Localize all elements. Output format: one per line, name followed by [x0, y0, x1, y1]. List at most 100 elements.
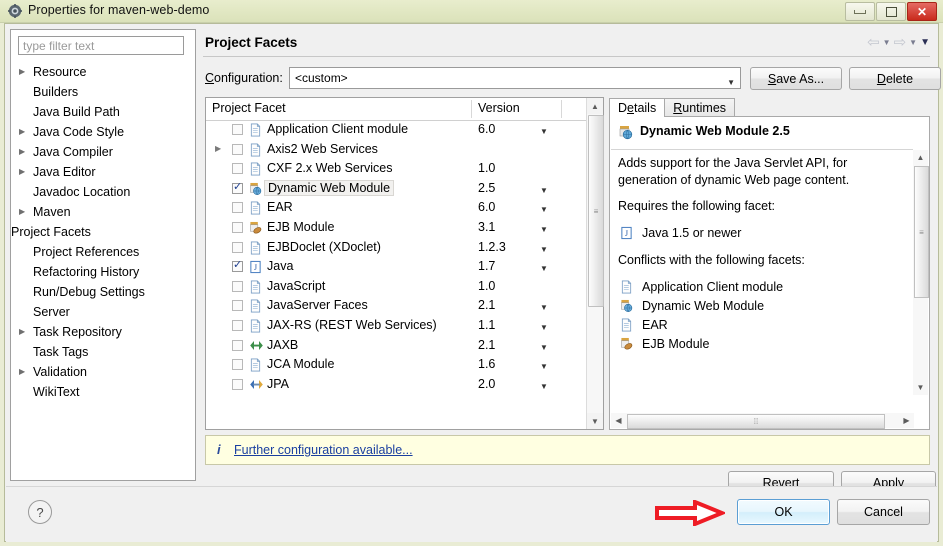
- facet-checkbox[interactable]: [232, 124, 243, 135]
- facet-table-scrollbar[interactable]: ▲ ≡ ▼: [586, 98, 604, 429]
- close-icon[interactable]: ✕: [907, 2, 937, 21]
- cancel-button[interactable]: Cancel: [837, 499, 930, 525]
- scroll-up-icon[interactable]: ▲: [913, 150, 928, 165]
- facet-version: 1.1: [478, 317, 496, 332]
- facet-checkbox[interactable]: [232, 163, 243, 175]
- version-dropdown-caret-icon[interactable]: ▼: [540, 343, 548, 352]
- table-row[interactable]: EJBDoclet (XDoclet) 1.2.3 ▼: [206, 238, 588, 258]
- filter-input[interactable]: type filter text: [18, 36, 184, 55]
- sidebar-item-validation[interactable]: ▶ Validation: [11, 362, 195, 382]
- sidebar-item-maven[interactable]: ▶ Maven: [11, 202, 195, 222]
- sidebar-item-run-debug-settings[interactable]: Run/Debug Settings: [11, 282, 195, 302]
- back-dropdown-caret-icon[interactable]: ▼: [883, 38, 891, 47]
- table-row[interactable]: JAXB 2.1 ▼: [206, 336, 588, 356]
- sidebar-item-java-code-style[interactable]: ▶ Java Code Style: [11, 122, 195, 142]
- table-row[interactable]: JavaScript 1.0: [206, 277, 588, 297]
- sidebar-item-project-references[interactable]: Project References: [11, 242, 195, 262]
- table-row[interactable]: Application Client module 6.0 ▼: [206, 120, 588, 140]
- table-row[interactable]: ▶ Axis2 Web Services: [206, 140, 588, 160]
- expand-arrow-icon[interactable]: ▶: [19, 122, 25, 142]
- expand-arrow-icon[interactable]: ▶: [19, 162, 25, 182]
- expand-arrow-icon[interactable]: ▶: [19, 142, 25, 162]
- table-row[interactable]: EAR 6.0 ▼: [206, 198, 588, 218]
- expand-arrow-icon[interactable]: ▶: [19, 62, 25, 82]
- ok-button[interactable]: OK: [737, 499, 830, 525]
- delete-button[interactable]: Delete: [849, 67, 941, 90]
- page-menu-caret-icon[interactable]: ▼: [920, 37, 930, 48]
- table-row[interactable]: JAX-RS (REST Web Services) 1.1 ▼: [206, 316, 588, 336]
- sidebar-item-task-repository[interactable]: ▶ Task Repository: [11, 322, 195, 342]
- version-dropdown-caret-icon[interactable]: ▼: [540, 323, 548, 332]
- scroll-down-icon[interactable]: ▼: [587, 413, 603, 429]
- expand-arrow-icon[interactable]: ▶: [19, 202, 25, 222]
- scrollbar-thumb[interactable]: ⁞⁞: [627, 414, 885, 429]
- version-dropdown-caret-icon[interactable]: ▼: [540, 245, 548, 254]
- facet-checkbox[interactable]: [232, 359, 243, 371]
- help-button[interactable]: ?: [28, 500, 52, 524]
- maximize-icon[interactable]: [876, 2, 906, 21]
- version-dropdown-caret-icon[interactable]: ▼: [540, 303, 548, 312]
- version-dropdown-caret-icon[interactable]: ▼: [540, 264, 548, 273]
- facet-checkbox[interactable]: [232, 241, 243, 253]
- facet-checkbox[interactable]: [232, 280, 243, 292]
- facet-checkbox[interactable]: [232, 180, 243, 194]
- version-dropdown-caret-icon[interactable]: ▼: [540, 382, 548, 391]
- sidebar-item-label: Validation: [33, 365, 87, 379]
- facet-checkbox[interactable]: [232, 202, 243, 214]
- facet-version: 1.2.3: [478, 239, 506, 254]
- sidebar-item-refactoring-history[interactable]: Refactoring History: [11, 262, 195, 282]
- scroll-left-icon[interactable]: ◀: [611, 413, 626, 428]
- facet-checkbox[interactable]: [232, 221, 243, 233]
- version-dropdown-caret-icon[interactable]: ▼: [540, 205, 548, 214]
- table-row[interactable]: JPA 2.0 ▼: [206, 375, 588, 395]
- further-configuration-link[interactable]: Further configuration available...: [234, 443, 413, 457]
- sidebar-item-task-tags[interactable]: Task Tags: [11, 342, 195, 362]
- facet-checkbox[interactable]: [232, 378, 243, 390]
- sidebar-item-java-compiler[interactable]: ▶ Java Compiler: [11, 142, 195, 162]
- facet-checkbox[interactable]: [232, 300, 243, 312]
- sidebar-item-wikitext[interactable]: WikiText: [11, 382, 195, 402]
- scrollbar-thumb[interactable]: ≡: [588, 115, 604, 307]
- table-row[interactable]: EJB Module 3.1 ▼: [206, 218, 588, 238]
- tab-runtimes[interactable]: Runtimes: [664, 98, 736, 117]
- table-row[interactable]: CXF 2.x Web Services 1.0: [206, 159, 588, 179]
- forward-arrow-icon[interactable]: ⇨: [894, 35, 907, 50]
- version-dropdown-caret-icon[interactable]: ▼: [540, 186, 548, 195]
- table-row[interactable]: Dynamic Web Module 2.5 ▼: [206, 179, 588, 199]
- details-horizontal-scrollbar[interactable]: ◀ ⁞⁞ ▶: [611, 413, 914, 429]
- minimize-icon[interactable]: [845, 2, 875, 21]
- scroll-right-icon[interactable]: ▶: [899, 413, 914, 428]
- document-icon: [620, 280, 633, 294]
- facet-checkbox[interactable]: [232, 339, 243, 351]
- details-description: Adds support for the Java Servlet API, f…: [618, 156, 850, 187]
- sidebar-item-builders[interactable]: Builders: [11, 82, 195, 102]
- sidebar-item-project-facets[interactable]: Project Facets: [11, 222, 195, 242]
- scrollbar-thumb[interactable]: ≡: [914, 166, 929, 298]
- expand-arrow-icon[interactable]: ▶: [19, 322, 25, 342]
- sidebar-item-java-editor[interactable]: ▶ Java Editor: [11, 162, 195, 182]
- scroll-up-icon[interactable]: ▲: [587, 98, 603, 114]
- table-row[interactable]: JCA Module 1.6 ▼: [206, 355, 588, 375]
- configuration-select[interactable]: <custom> ▼: [289, 67, 741, 89]
- version-dropdown-caret-icon[interactable]: ▼: [540, 127, 548, 136]
- version-dropdown-caret-icon[interactable]: ▼: [540, 225, 548, 234]
- facet-version: 6.0: [478, 200, 496, 215]
- table-row[interactable]: J Java 1.7 ▼: [206, 257, 588, 277]
- details-vertical-scrollbar[interactable]: ▲ ≡ ▼: [913, 150, 929, 395]
- facet-checkbox[interactable]: [232, 143, 243, 155]
- facet-checkbox[interactable]: [232, 319, 243, 331]
- expand-arrow-icon[interactable]: ▶: [215, 144, 221, 153]
- sidebar-item-javadoc-location[interactable]: Javadoc Location: [11, 182, 195, 202]
- forward-dropdown-caret-icon[interactable]: ▼: [909, 38, 917, 47]
- expand-arrow-icon[interactable]: ▶: [19, 362, 25, 382]
- save-as-button[interactable]: Save As...: [750, 67, 842, 90]
- sidebar-item-java-build-path[interactable]: Java Build Path: [11, 102, 195, 122]
- scroll-down-icon[interactable]: ▼: [913, 380, 928, 395]
- sidebar-item-server[interactable]: Server: [11, 302, 195, 322]
- back-arrow-icon[interactable]: ⇦: [867, 35, 880, 50]
- facet-checkbox[interactable]: [232, 258, 243, 273]
- sidebar-item-resource[interactable]: ▶ Resource: [11, 62, 195, 82]
- version-dropdown-caret-icon[interactable]: ▼: [540, 362, 548, 371]
- table-row[interactable]: JavaServer Faces 2.1 ▼: [206, 296, 588, 316]
- tab-details[interactable]: Details: [609, 98, 666, 117]
